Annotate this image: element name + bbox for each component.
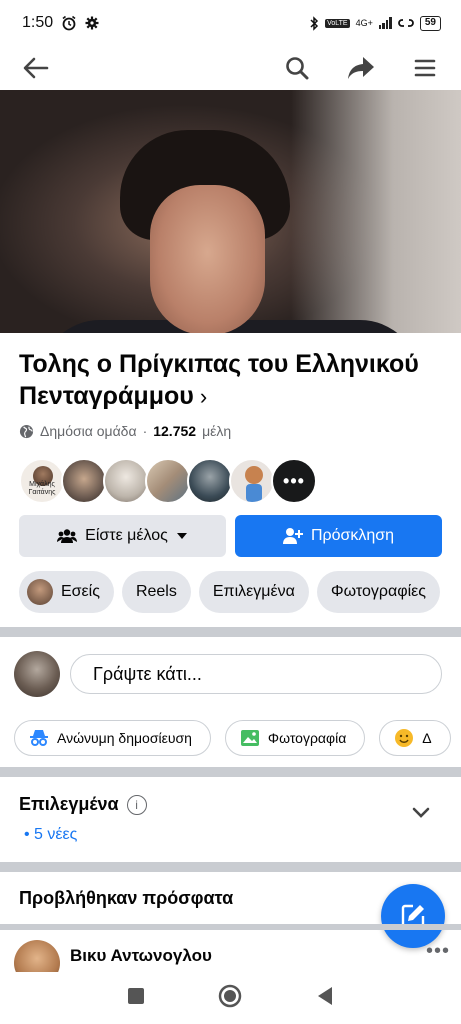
composer-input[interactable]: Γράψτε κάτι...: [70, 654, 442, 694]
status-time: 1:50: [22, 14, 54, 31]
cover-face-shape: [150, 185, 265, 333]
member-status-button[interactable]: Είστε μέλος: [19, 515, 226, 557]
anonymous-post-label: Ανώνυμη δημοσίευση: [57, 730, 192, 746]
featured-title-text: Επιλεγμένα: [19, 794, 119, 814]
cover-background: [291, 90, 461, 333]
status-left: 1:50: [22, 14, 99, 32]
status-bar: 1:50 VoLTE 4G+ 59: [0, 0, 461, 46]
section-divider: [0, 767, 461, 777]
back-button[interactable]: [14, 46, 58, 90]
more-dots-icon: •••: [283, 470, 305, 491]
chip-photos[interactable]: Φωτογραφίες: [316, 571, 441, 613]
recently-viewed-title: Προβλήθηκαν πρόσφατα: [19, 888, 234, 908]
feeling-post-button[interactable]: Δ: [379, 720, 451, 756]
system-nav-bar: [0, 972, 461, 1024]
compose-post-fab[interactable]: [381, 884, 445, 948]
expand-featured-button[interactable]: [412, 806, 430, 824]
chip-label: Reels: [135, 583, 177, 600]
invite-button[interactable]: Πρόσκληση: [235, 515, 442, 557]
group-tabs-chips: Εσείς Reels Επιλεγμένα Φωτογραφίες: [19, 571, 461, 613]
triangle-back-icon: [318, 986, 333, 1005]
battery-indicator: 59: [419, 15, 441, 31]
bluetooth-icon: [310, 15, 319, 31]
chevron-down-icon: [412, 807, 430, 818]
members-avatars[interactable]: Μιχάλης Γαιτάνης •••: [19, 458, 317, 506]
members-word: μέλη: [202, 423, 232, 439]
link-icon: [398, 19, 414, 27]
hamburger-menu-icon: [414, 59, 436, 77]
featured-new-count: • 5 νέες: [24, 826, 78, 843]
square-icon: [127, 987, 144, 1004]
chip-label: Εσείς: [61, 583, 100, 600]
top-nav: [0, 46, 461, 90]
group-people-icon: [57, 529, 78, 543]
signal-icon: [378, 17, 392, 29]
more-members-button[interactable]: •••: [271, 458, 317, 504]
member-avatar-caption: Μιχάλης Γαιτάνης: [28, 481, 56, 496]
info-icon[interactable]: i: [126, 794, 147, 815]
invite-label: Πρόσκληση: [310, 527, 395, 544]
member-status-label: Είστε μέλος: [85, 527, 168, 544]
chip-label: Φωτογραφίες: [330, 583, 427, 600]
featured-section-title[interactable]: Επιλεγμένα i: [19, 794, 147, 815]
cover-photo[interactable]: [0, 90, 461, 333]
member-avatar[interactable]: [229, 458, 275, 504]
group-meta: Δημόσια ομάδα · 12.752 μέλη: [19, 423, 231, 439]
group-title-text: Τολης ο Πρίγκιπας του Ελληνικού Πενταγρά…: [19, 350, 419, 410]
meta-separator: ·: [142, 423, 148, 439]
member-avatar[interactable]: [61, 458, 107, 504]
network-type: 4G+: [355, 18, 373, 28]
anonymous-post-button[interactable]: Ανώνυμη δημοσίευση: [14, 720, 211, 756]
share-arrow-icon: [348, 57, 374, 79]
circle-home-icon: [219, 984, 242, 1007]
search-button[interactable]: [275, 46, 319, 90]
system-back-button[interactable]: [316, 986, 334, 1011]
menu-button[interactable]: [403, 46, 447, 90]
members-count: 12.752: [153, 423, 197, 439]
post-more-options[interactable]: •••: [426, 940, 450, 963]
composer-placeholder: Γράψτε κάτι...: [93, 663, 202, 684]
post-author-name[interactable]: Βικυ Αντωνογλου: [70, 946, 212, 966]
user-avatar-icon: [27, 579, 53, 605]
member-avatar[interactable]: Μιχάλης Γαιτάνης: [19, 458, 65, 504]
chip-label: Επιλεγμένα: [212, 583, 295, 600]
member-avatar[interactable]: [145, 458, 191, 504]
composer-avatar[interactable]: [14, 651, 60, 697]
status-right: VoLTE 4G+ 59: [309, 15, 441, 31]
member-avatar[interactable]: [103, 458, 149, 504]
photo-icon: [240, 730, 259, 746]
search-icon: [286, 57, 309, 80]
chip-you[interactable]: Εσείς: [19, 571, 114, 613]
chip-reels[interactable]: Reels: [121, 571, 191, 613]
member-avatar[interactable]: [187, 458, 233, 504]
caret-down-icon: [176, 533, 187, 539]
arrow-left-icon: [23, 57, 49, 79]
volte-icon: VoLTE: [325, 18, 350, 28]
group-title[interactable]: Τολης ο Πρίγκιπας του Ελληνικού Πενταγρά…: [19, 348, 439, 413]
group-privacy: Δημόσια ομάδα: [40, 423, 137, 439]
post-type-chips: Ανώνυμη δημοσίευση Φωτογραφία Δ: [14, 720, 461, 758]
smiley-icon: [395, 729, 414, 747]
globe-icon: [19, 424, 34, 438]
section-divider: [0, 627, 461, 637]
home-button[interactable]: [218, 984, 242, 1013]
section-divider: [0, 924, 461, 930]
feeling-post-label: Δ: [422, 730, 432, 746]
chevron-right-icon: ›: [199, 384, 208, 409]
recents-button[interactable]: [127, 987, 145, 1010]
alarm-icon: [62, 15, 76, 31]
share-button[interactable]: [339, 46, 383, 90]
chip-featured[interactable]: Επιλεγμένα: [198, 571, 309, 613]
section-divider: [0, 862, 461, 872]
incognito-icon: [30, 730, 48, 746]
add-person-icon: [282, 528, 303, 544]
photo-post-label: Φωτογραφία: [267, 730, 347, 746]
photo-post-button[interactable]: Φωτογραφία: [224, 720, 366, 756]
settings-gear-icon: [85, 16, 99, 30]
